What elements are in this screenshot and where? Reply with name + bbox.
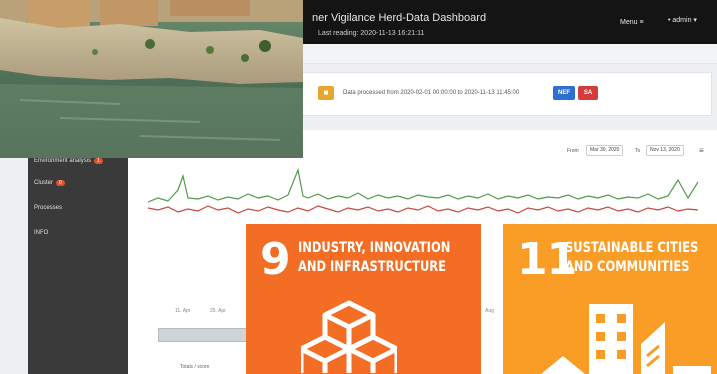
last-reading: Last reading: 2020-11-13 16:21:11 bbox=[318, 30, 425, 37]
date-from-input[interactable]: Mar 30, 2020 bbox=[586, 145, 624, 156]
folder-icon: ■ bbox=[318, 86, 334, 100]
sdg-tile-9: 9 INDUSTRY, INNOVATION AND INFRASTRUCTUR… bbox=[246, 224, 481, 374]
nef-button[interactable]: NEF bbox=[553, 86, 575, 100]
date-to-input[interactable]: Nov 13, 2020 bbox=[646, 145, 684, 156]
dashboard-title: ner Vigilance Herd-Data Dashboard bbox=[312, 12, 487, 24]
sidebar-item-label: Processes bbox=[34, 205, 63, 211]
river-bridge-photo bbox=[0, 0, 303, 158]
time-series-chart bbox=[148, 168, 699, 214]
sidebar-item-label: INFO bbox=[34, 230, 49, 236]
sidebar-item-info[interactable]: INFO bbox=[34, 230, 48, 236]
sa-button[interactable]: SA bbox=[578, 86, 598, 100]
sidebar-item-environment[interactable]: Environment analysis 1 bbox=[34, 158, 103, 164]
sidebar-item-processes[interactable]: Processes bbox=[34, 205, 62, 211]
range-navigator[interactable] bbox=[158, 328, 248, 342]
sdg-label-line: INDUSTRY, INNOVATION bbox=[298, 240, 451, 256]
count-badge: 0 bbox=[56, 180, 65, 186]
axis-tick: 11. Apr bbox=[175, 308, 191, 314]
sidebar-item-label: Environment analysis bbox=[34, 158, 92, 164]
count-badge: 1 bbox=[94, 158, 103, 164]
cubes-icon bbox=[301, 300, 397, 373]
legend-item: Totals / score bbox=[180, 364, 210, 370]
date-to-label: To bbox=[635, 148, 641, 154]
sdg-label: SUSTAINABLE CITIES AND COMMUNITIES bbox=[565, 239, 698, 277]
date-from-label: From bbox=[567, 148, 579, 154]
notice-text: Data processed from 2020-02-01 00:00:00 … bbox=[343, 90, 520, 96]
city-buildings-icon bbox=[541, 304, 711, 374]
menu-button[interactable]: Menu ≡ bbox=[620, 19, 644, 26]
series-red-line bbox=[148, 205, 699, 214]
series-green-line bbox=[148, 168, 699, 203]
sidebar-item-label: Cluster bbox=[34, 180, 54, 186]
axis-tick: 25. Apr bbox=[210, 308, 226, 314]
sdg-label-line: AND COMMUNITIES bbox=[565, 259, 690, 275]
sidebar-item-cluster[interactable]: Cluster 0 bbox=[34, 180, 65, 186]
axis-tick: Aug bbox=[485, 308, 494, 314]
sdg-label-line: AND INFRASTRUCTURE bbox=[298, 259, 446, 275]
menu-icon[interactable]: ≡ bbox=[699, 146, 704, 155]
sdg-number: 9 bbox=[260, 234, 291, 285]
sdg-tile-11: 11 SUSTAINABLE CITIES AND COMMUNITIES bbox=[503, 224, 717, 374]
sdg-label: INDUSTRY, INNOVATION AND INFRASTRUCTURE bbox=[298, 239, 450, 277]
user-menu[interactable]: • admin ▾ bbox=[668, 16, 697, 24]
sidebar bbox=[28, 158, 128, 374]
sdg-label-line: SUSTAINABLE CITIES bbox=[565, 240, 699, 256]
